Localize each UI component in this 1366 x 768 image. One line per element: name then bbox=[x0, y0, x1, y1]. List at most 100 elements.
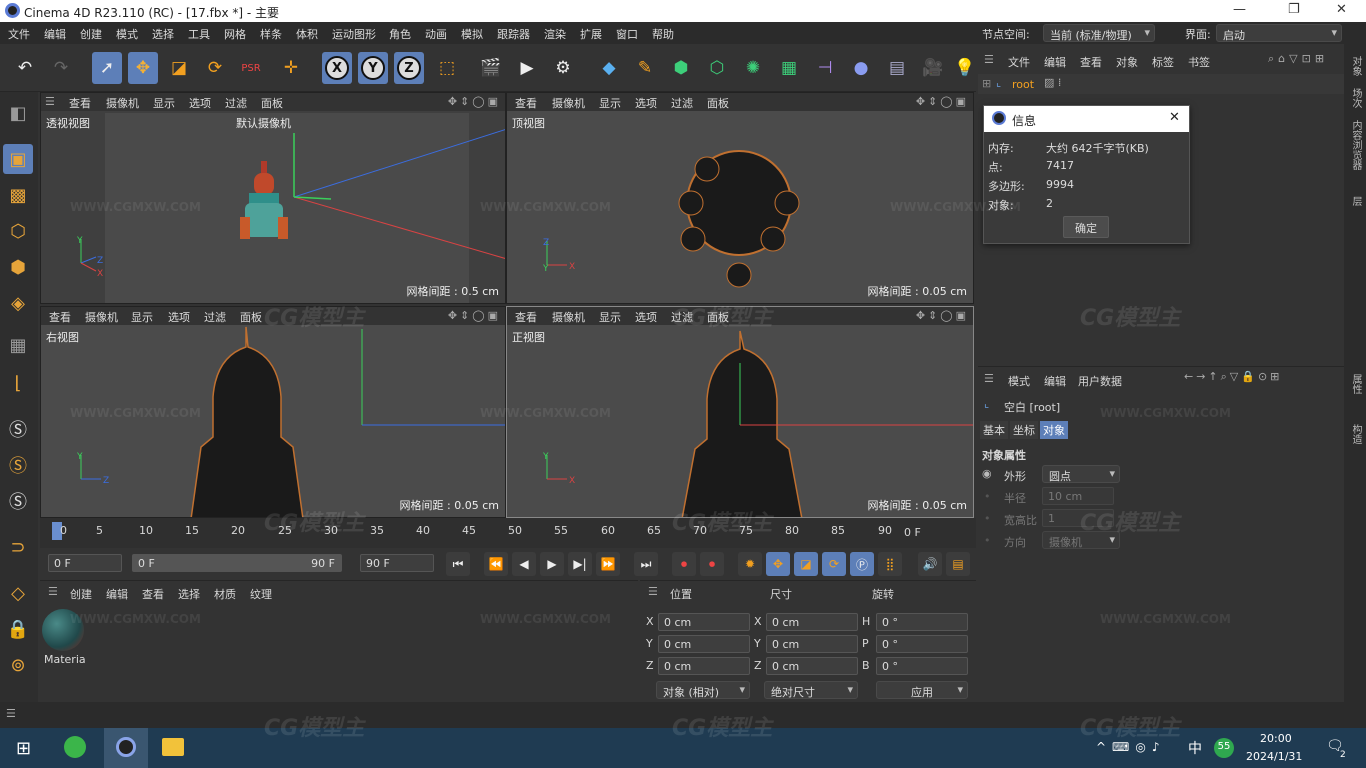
menu-file[interactable]: 文件 bbox=[8, 26, 30, 42]
attr-menu-edit[interactable]: 编辑 bbox=[1044, 373, 1066, 389]
menu-mode[interactable]: 模式 bbox=[116, 26, 138, 42]
extrude-icon[interactable]: ⬡ bbox=[702, 52, 732, 84]
lock-workplane-icon[interactable]: 🔒 bbox=[3, 614, 33, 644]
viewport-top[interactable]: 查看 摄像机 显示 选项 过滤 面板 ✥⇕◯▣ 顶视图 ZXY 网格间距 : 0… bbox=[506, 92, 974, 304]
key-scale-icon[interactable]: ◪ bbox=[794, 552, 818, 576]
snap-icon[interactable]: Ⓢ bbox=[3, 414, 33, 444]
make-editable-icon[interactable]: ◧ bbox=[3, 98, 33, 128]
viewport-right[interactable]: 查看 摄像机 显示 选项 过滤 面板 ✥⇕◯▣ 右视图 YZ 网格间距 : 0.… bbox=[40, 306, 506, 518]
key-param-icon[interactable]: Ⓟ bbox=[850, 552, 874, 576]
folder-icon[interactable] bbox=[162, 738, 184, 756]
menu-mesh[interactable]: 网格 bbox=[224, 26, 246, 42]
deformer-icon[interactable]: ⊣ bbox=[810, 52, 840, 84]
psr-icon[interactable]: PSR bbox=[236, 52, 266, 84]
node-space-select[interactable]: 当前 (标准/物理) bbox=[1043, 24, 1155, 42]
coordinate-system-icon[interactable]: ⬚ bbox=[432, 52, 462, 84]
menu-tracker[interactable]: 跟踪器 bbox=[497, 26, 530, 42]
size-mode-select[interactable]: 绝对尺寸 bbox=[764, 681, 858, 699]
tab-object[interactable]: 对象 bbox=[1040, 421, 1068, 439]
expand-icon[interactable]: ⊞ bbox=[982, 77, 991, 90]
radio-icon[interactable]: • bbox=[984, 490, 991, 503]
texture-mode-icon[interactable]: ▩ bbox=[3, 180, 33, 210]
play-icon[interactable]: ▶ bbox=[540, 552, 564, 576]
mat-menu-edit[interactable]: 编辑 bbox=[106, 586, 128, 602]
position-z-field[interactable]: 0 cm bbox=[658, 657, 750, 675]
radio-icon[interactable]: • bbox=[984, 534, 991, 547]
close-button[interactable]: ✕ bbox=[1336, 2, 1347, 17]
mat-menu-material[interactable]: 材质 bbox=[214, 586, 236, 602]
uv-mode-icon[interactable]: ▦ bbox=[3, 330, 33, 360]
mat-menu-create[interactable]: 创建 bbox=[70, 586, 92, 602]
move-axis-icon[interactable]: ✛ bbox=[276, 52, 306, 84]
menu-edit[interactable]: 编辑 bbox=[44, 26, 66, 42]
object-row-root[interactable]: ⊞ ⌞ root ▨ ⁞ bbox=[978, 74, 1344, 94]
hamburger-icon[interactable]: ☰ bbox=[6, 707, 16, 720]
undo-icon[interactable]: ↶ bbox=[10, 52, 40, 84]
menu-simulate[interactable]: 模拟 bbox=[461, 26, 483, 42]
start-icon[interactable]: ⊞ bbox=[16, 738, 31, 759]
hamburger-icon[interactable]: ☰ bbox=[48, 585, 58, 598]
hamburger-icon[interactable]: ☰ bbox=[648, 585, 658, 598]
restore-button[interactable]: ❐ bbox=[1288, 2, 1300, 17]
render-settings-icon[interactable]: ⚙ bbox=[548, 52, 578, 84]
om-menu-view[interactable]: 查看 bbox=[1080, 54, 1102, 70]
hamburger-icon[interactable]: ☰ bbox=[984, 53, 994, 66]
next-frame-icon[interactable]: ▶| bbox=[568, 552, 592, 576]
menu-window[interactable]: 窗口 bbox=[616, 26, 638, 42]
attr-toolbar-icons[interactable]: ←→↑⌕▽🔒⊙⊞ bbox=[1184, 370, 1282, 384]
om-menu-objects[interactable]: 对象 bbox=[1116, 54, 1138, 70]
edges-mode-icon[interactable]: ⬢ bbox=[3, 252, 33, 282]
scale-tool-icon[interactable]: ◪ bbox=[164, 52, 194, 84]
record-icon[interactable]: ⏺ bbox=[672, 552, 696, 576]
clock-date[interactable]: 2024/1/31 bbox=[1246, 750, 1302, 763]
ime-indicator[interactable]: 中 bbox=[1188, 738, 1202, 758]
om-menu-file[interactable]: 文件 bbox=[1008, 54, 1030, 70]
menu-spline[interactable]: 样条 bbox=[260, 26, 282, 42]
ok-button[interactable]: 确定 bbox=[1063, 216, 1109, 238]
axis-mode-icon[interactable]: ⌊ bbox=[3, 368, 33, 398]
model-mode-icon[interactable]: ▣ bbox=[3, 144, 33, 174]
mat-menu-select[interactable]: 选择 bbox=[178, 586, 200, 602]
clock-time[interactable]: 20:00 bbox=[1260, 732, 1292, 745]
side-tab-attributes[interactable]: 属性 bbox=[1348, 374, 1363, 394]
next-key-icon[interactable]: ⏩ bbox=[596, 552, 620, 576]
position-x-field[interactable]: 0 cm bbox=[658, 613, 750, 631]
prev-key-icon[interactable]: ⏪ bbox=[484, 552, 508, 576]
size-z-field[interactable]: 0 cm bbox=[766, 657, 858, 675]
close-icon[interactable]: ✕ bbox=[1169, 110, 1180, 125]
key-rotation-icon[interactable]: ⟳ bbox=[822, 552, 846, 576]
aspect-field[interactable]: 1 bbox=[1042, 509, 1114, 527]
tray-icons[interactable]: ^⌨◎♪ bbox=[1096, 740, 1166, 754]
grid-icon[interactable]: ⊚ bbox=[3, 650, 33, 680]
apply-button[interactable]: 应用 bbox=[876, 681, 968, 699]
menu-animate[interactable]: 动画 bbox=[425, 26, 447, 42]
mat-menu-texture[interactable]: 纹理 bbox=[250, 586, 272, 602]
mograph-icon[interactable]: ▦ bbox=[774, 52, 804, 84]
start-frame-field[interactable]: 0 F bbox=[48, 554, 122, 572]
menu-volume[interactable]: 体积 bbox=[296, 26, 318, 42]
key-pla-icon[interactable]: ⣿ bbox=[878, 552, 902, 576]
menu-mograph[interactable]: 运动图形 bbox=[332, 26, 376, 42]
keyframe-settings-icon[interactable]: ✹ bbox=[738, 552, 762, 576]
radio-icon[interactable]: • bbox=[984, 512, 991, 525]
shape-select[interactable]: 圆点 bbox=[1042, 465, 1120, 483]
rotation-h-field[interactable]: 0 ° bbox=[876, 613, 968, 631]
c4d-task-button[interactable] bbox=[104, 728, 148, 768]
x-axis-icon[interactable]: X bbox=[322, 52, 352, 84]
render-view-icon[interactable]: 🎬 bbox=[476, 52, 506, 84]
viewport-front[interactable]: 查看 摄像机 显示 选项 过滤 面板 ✥⇕◯▣ 正视图 YX 网格间距 : 0.… bbox=[506, 306, 974, 518]
browser-icon[interactable] bbox=[64, 736, 86, 758]
select-tool-icon[interactable]: ➚ bbox=[92, 52, 122, 84]
y-axis-icon[interactable]: Y bbox=[358, 52, 388, 84]
redo-icon[interactable]: ↷ bbox=[46, 52, 76, 84]
pen-icon[interactable]: ✎ bbox=[630, 52, 660, 84]
side-tab-structure[interactable]: 构造 bbox=[1348, 424, 1363, 444]
floor-icon[interactable]: ▤ bbox=[882, 52, 912, 84]
size-x-field[interactable]: 0 cm bbox=[766, 613, 858, 631]
polygons-mode-icon[interactable]: ◈ bbox=[3, 288, 33, 318]
menu-extensions[interactable]: 扩展 bbox=[580, 26, 602, 42]
orientation-select[interactable]: 摄像机 bbox=[1042, 531, 1120, 549]
menu-render[interactable]: 渲染 bbox=[544, 26, 566, 42]
end-frame-field[interactable]: 90 F bbox=[360, 554, 434, 572]
badge-icon[interactable]: 55 bbox=[1214, 738, 1234, 758]
